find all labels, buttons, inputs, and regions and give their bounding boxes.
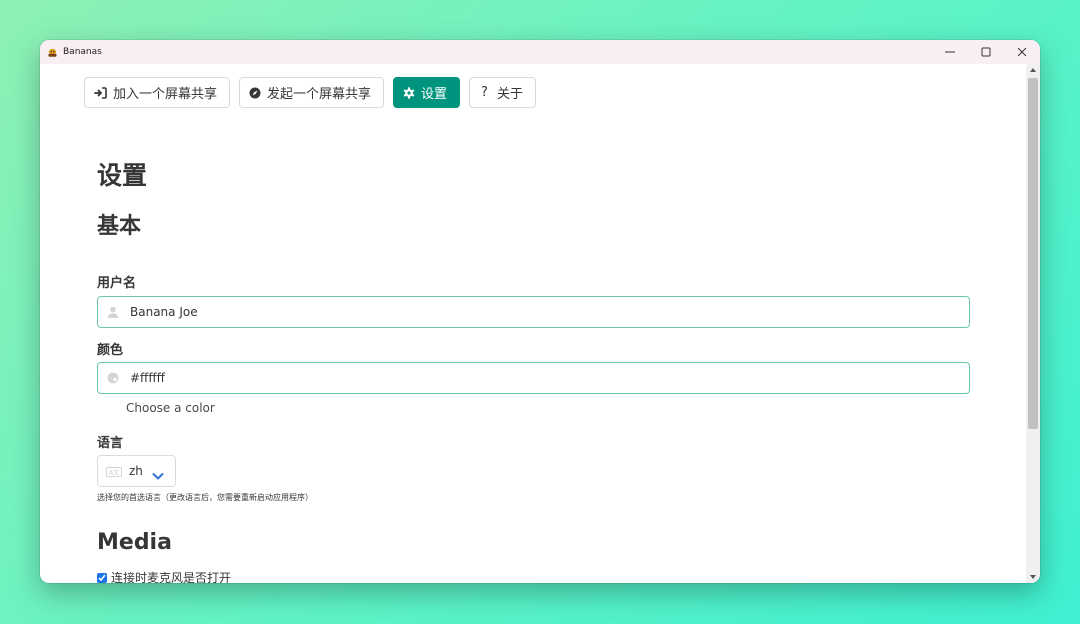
mic-toggle-row[interactable]: 连接时麦克风是否打开 [97, 569, 231, 583]
window-controls [932, 40, 1040, 64]
maximize-button[interactable] [968, 40, 1004, 64]
settings-tab-button[interactable]: 设置 [393, 77, 461, 108]
scroll-down-arrow-icon[interactable] [1026, 571, 1040, 583]
svg-text:A文: A文 [109, 468, 119, 476]
join-share-button[interactable]: 加入一个屏幕共享 [84, 77, 231, 108]
media-heading: Media [97, 530, 172, 555]
scroll-up-arrow-icon[interactable] [1026, 64, 1040, 76]
username-field[interactable] [97, 296, 970, 328]
sign-in-icon [94, 86, 107, 99]
language-label: 语言 [97, 436, 124, 451]
color-label: 颜色 [97, 343, 124, 358]
window-title: Bananas [63, 47, 102, 57]
close-icon [1017, 47, 1027, 57]
question-mark-icon: ? [481, 85, 488, 100]
basic-heading: 基本 [97, 214, 142, 239]
join-share-label: 加入一个屏幕共享 [113, 87, 218, 102]
language-value: zh [129, 464, 143, 478]
mic-label: 连接时麦克风是否打开 [111, 571, 232, 583]
settings-tab-label: 设置 [421, 87, 448, 102]
gear-icon [403, 86, 415, 99]
banana-app-icon [47, 47, 58, 58]
start-share-button[interactable]: 发起一个屏幕共享 [239, 77, 385, 108]
language-select[interactable]: A文 zh [97, 455, 176, 487]
username-label: 用户名 [97, 276, 137, 291]
about-button[interactable]: ? 关于 [469, 77, 536, 108]
language-help-text: 选择您的首选语言（更改语言后，您需要重新启动应用程序） [97, 493, 313, 502]
mic-checkbox[interactable] [97, 572, 107, 583]
scrollbar-thumb[interactable] [1028, 78, 1038, 429]
top-nav: 加入一个屏幕共享 发起一个屏幕共享 设置 ? 关于 [84, 77, 536, 108]
color-help-text: Choose a color [126, 401, 215, 415]
app-window: Bananas 加入一个屏幕共享 发起一个屏幕共享 设置 ? 关于 设置 基本 … [40, 40, 1040, 583]
color-field[interactable] [97, 362, 970, 394]
compass-icon [249, 87, 261, 98]
vertical-scrollbar[interactable] [1026, 64, 1040, 583]
maximize-icon [981, 47, 991, 57]
chevron-down-icon [152, 466, 164, 485]
username-input[interactable] [130, 305, 950, 319]
page-title: 设置 [97, 161, 148, 190]
title-bar: Bananas [40, 40, 1040, 64]
settings-content: 加入一个屏幕共享 发起一个屏幕共享 设置 ? 关于 设置 基本 用户名 Bana… [40, 64, 1026, 583]
minimize-icon [945, 51, 955, 53]
language-icon: A文 [106, 462, 122, 481]
about-label: 关于 [496, 87, 523, 102]
minimize-button[interactable] [932, 40, 968, 64]
start-share-label: 发起一个屏幕共享 [267, 87, 372, 102]
palette-icon [98, 372, 128, 384]
close-button[interactable] [1004, 40, 1040, 64]
user-icon [98, 306, 128, 318]
color-input[interactable] [130, 371, 950, 385]
